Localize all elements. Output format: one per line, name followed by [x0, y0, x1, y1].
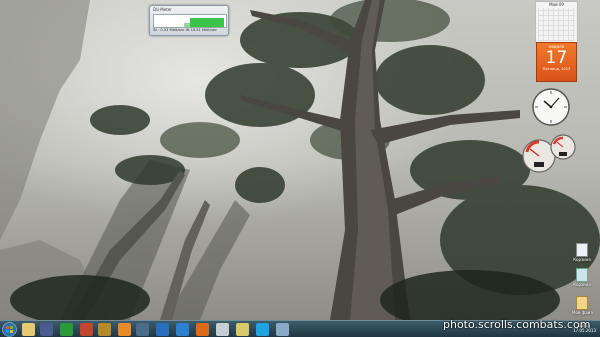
desktop-icon[interactable]: Корзина [572, 268, 592, 287]
calendar-month-header: Май 09 [549, 2, 564, 7]
watermark-text: photo.scrolls.combats.com [443, 318, 591, 331]
cpu-meter-gadget[interactable] [519, 130, 577, 174]
desktop-icon-label: Корзина [573, 257, 591, 262]
app-taskbar-icon[interactable] [236, 323, 249, 336]
terminal-taskbar-icon[interactable] [60, 323, 73, 336]
desktop-wallpaper [0, 0, 600, 320]
v-app-taskbar-icon[interactable] [98, 323, 111, 336]
calendar-day-number: 17 [545, 48, 568, 68]
firefox-taskbar-icon[interactable] [196, 323, 209, 336]
desktop[interactable]: DU Meter IN - 0.53 Mbit/sec IN 18.51 Mbi… [0, 0, 600, 337]
desktop-icon[interactable]: Мой файл [572, 296, 593, 315]
netmeter-traffic-bar [190, 18, 224, 27]
netmeter-traffic-bar [184, 23, 190, 27]
browser-taskbar-icon[interactable] [176, 323, 189, 336]
app-taskbar-icon[interactable] [136, 323, 149, 336]
app-taskbar-icon[interactable] [156, 323, 169, 336]
calendar-weekday: Пятница, 2013 [542, 67, 571, 71]
app-taskbar-icon[interactable] [80, 323, 93, 336]
netmeter-stats: IN - 0.53 Mbit/sec IN 18.51 Mbit/sec [153, 28, 218, 32]
calendar-grid [538, 8, 575, 41]
folder-icon [576, 296, 588, 310]
netmeter-graph [153, 14, 227, 28]
recycle-bin-icon [576, 268, 588, 282]
clock-gadget[interactable] [532, 88, 570, 126]
desktop-icon-label: Корзина [573, 282, 591, 287]
media-player-taskbar-icon[interactable] [40, 323, 53, 336]
vlc-taskbar-icon[interactable] [118, 323, 131, 336]
desktop-icon[interactable]: Корзина [572, 243, 592, 262]
document-icon [576, 243, 588, 257]
explorer-taskbar-icon[interactable] [22, 323, 35, 336]
calendar-day-gadget[interactable]: неделя 17 Пятница, 2013 [536, 42, 577, 82]
network-meter-gadget[interactable]: DU Meter IN - 0.53 Mbit/sec IN 18.51 Mbi… [149, 5, 229, 36]
netmeter-title: DU Meter [153, 7, 172, 12]
app-taskbar-icon[interactable] [276, 323, 289, 336]
skype-taskbar-icon[interactable] [256, 323, 269, 336]
start-button[interactable] [2, 322, 17, 337]
calendar-month-gadget[interactable]: Май 09 [535, 1, 578, 44]
desktop-icon-label: Мой файл [572, 310, 593, 315]
app-taskbar-icon[interactable] [216, 323, 229, 336]
